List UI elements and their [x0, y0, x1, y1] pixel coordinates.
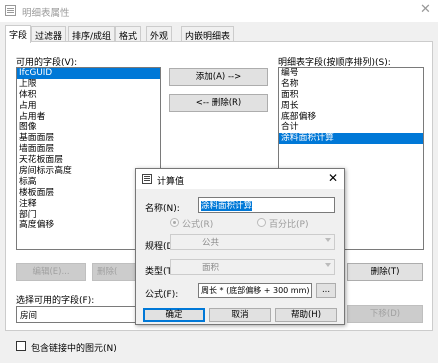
tab-formatting[interactable]: 格式: [115, 26, 142, 42]
list-item[interactable]: 周长: [279, 101, 423, 112]
list-item[interactable]: IfcGUID: [17, 68, 160, 79]
list-item[interactable]: 面积: [279, 90, 423, 101]
list-item[interactable]: 编号: [279, 68, 423, 79]
formula-label: 公式(F):: [145, 290, 179, 300]
edit-button[interactable]: 编辑(E)...: [16, 263, 86, 281]
include-linked-label: 包含链接中的图元(N): [31, 344, 117, 354]
list-item[interactable]: 体积: [17, 90, 160, 101]
list-item[interactable]: 底部偏移: [279, 112, 423, 123]
include-linked-checkbox[interactable]: [16, 341, 26, 351]
delete-button[interactable]: 删除(T): [347, 263, 423, 281]
percentage-radio[interactable]: [257, 218, 266, 227]
name-label: 名称(N):: [145, 204, 180, 214]
dialog-title: 计算值: [157, 177, 185, 187]
calculated-value-dialog: 计算值 ✕ 名称(N): 涂料面积计算 公式(R) 百分比(P) 规程(D): …: [135, 168, 345, 325]
remove-field-button[interactable]: <-- 删除(R): [169, 94, 268, 112]
help-button[interactable]: 帮助(H): [275, 308, 337, 322]
list-item[interactable]: 图像: [17, 122, 160, 133]
tab-embedded-schedule[interactable]: 内嵌明细表: [181, 26, 235, 42]
name-input-value: 涂料面积计算: [201, 201, 253, 211]
type-dropdown[interactable]: 面积: [170, 259, 335, 275]
discipline-dropdown[interactable]: 公共: [170, 234, 335, 250]
chevron-down-icon: [325, 238, 331, 242]
dialog-close-icon[interactable]: ✕: [328, 171, 338, 185]
dialog-icon: [142, 174, 152, 184]
type-value: 面积: [202, 263, 220, 273]
tab-appearance[interactable]: 外观: [146, 26, 173, 42]
list-item[interactable]: 天花板面层: [17, 155, 160, 166]
list-item[interactable]: 上限: [17, 79, 160, 90]
chevron-down-icon: [325, 263, 331, 267]
ok-button[interactable]: 确定: [143, 308, 205, 322]
window-titlebar: 明细表属性 ✕: [0, 0, 438, 22]
list-item[interactable]: 涂料面积计算: [279, 133, 423, 145]
select-fields-from-label: 选择可用的字段(F):: [16, 296, 95, 306]
formula-radio-label: 公式(R): [182, 220, 214, 230]
discipline-value: 公共: [202, 238, 220, 248]
cancel-button[interactable]: 取消: [209, 308, 271, 322]
list-item[interactable]: 合计: [279, 122, 423, 133]
formula-input[interactable]: 周长 * (底部偏移 + 300 mm): [198, 283, 312, 298]
list-item[interactable]: 名称: [279, 79, 423, 90]
list-item[interactable]: 基面面层: [17, 133, 160, 144]
list-item[interactable]: 占用: [17, 101, 160, 112]
formula-radio[interactable]: [170, 218, 179, 227]
window-title: 明细表属性: [22, 8, 70, 19]
tab-filter[interactable]: 过滤器: [31, 26, 67, 42]
percentage-radio-label: 百分比(P): [269, 220, 309, 230]
tab-fields[interactable]: 字段: [5, 25, 32, 43]
formula-builder-button[interactable]: ...: [316, 283, 336, 298]
dialog-titlebar: 计算值 ✕: [136, 169, 344, 189]
tab-sorting[interactable]: 排序/成组: [68, 26, 116, 42]
list-item[interactable]: 占用者: [17, 112, 160, 123]
move-down-button[interactable]: 下移(D): [347, 305, 423, 323]
window-close-icon[interactable]: ✕: [420, 2, 431, 17]
delete-left-button[interactable]: 删除(: [92, 263, 136, 281]
name-input[interactable]: 涂料面积计算: [198, 197, 335, 213]
schedule-icon: [5, 5, 16, 16]
list-item[interactable]: 墙面面层: [17, 144, 160, 155]
add-field-button[interactable]: 添加(A) -->: [169, 68, 268, 86]
